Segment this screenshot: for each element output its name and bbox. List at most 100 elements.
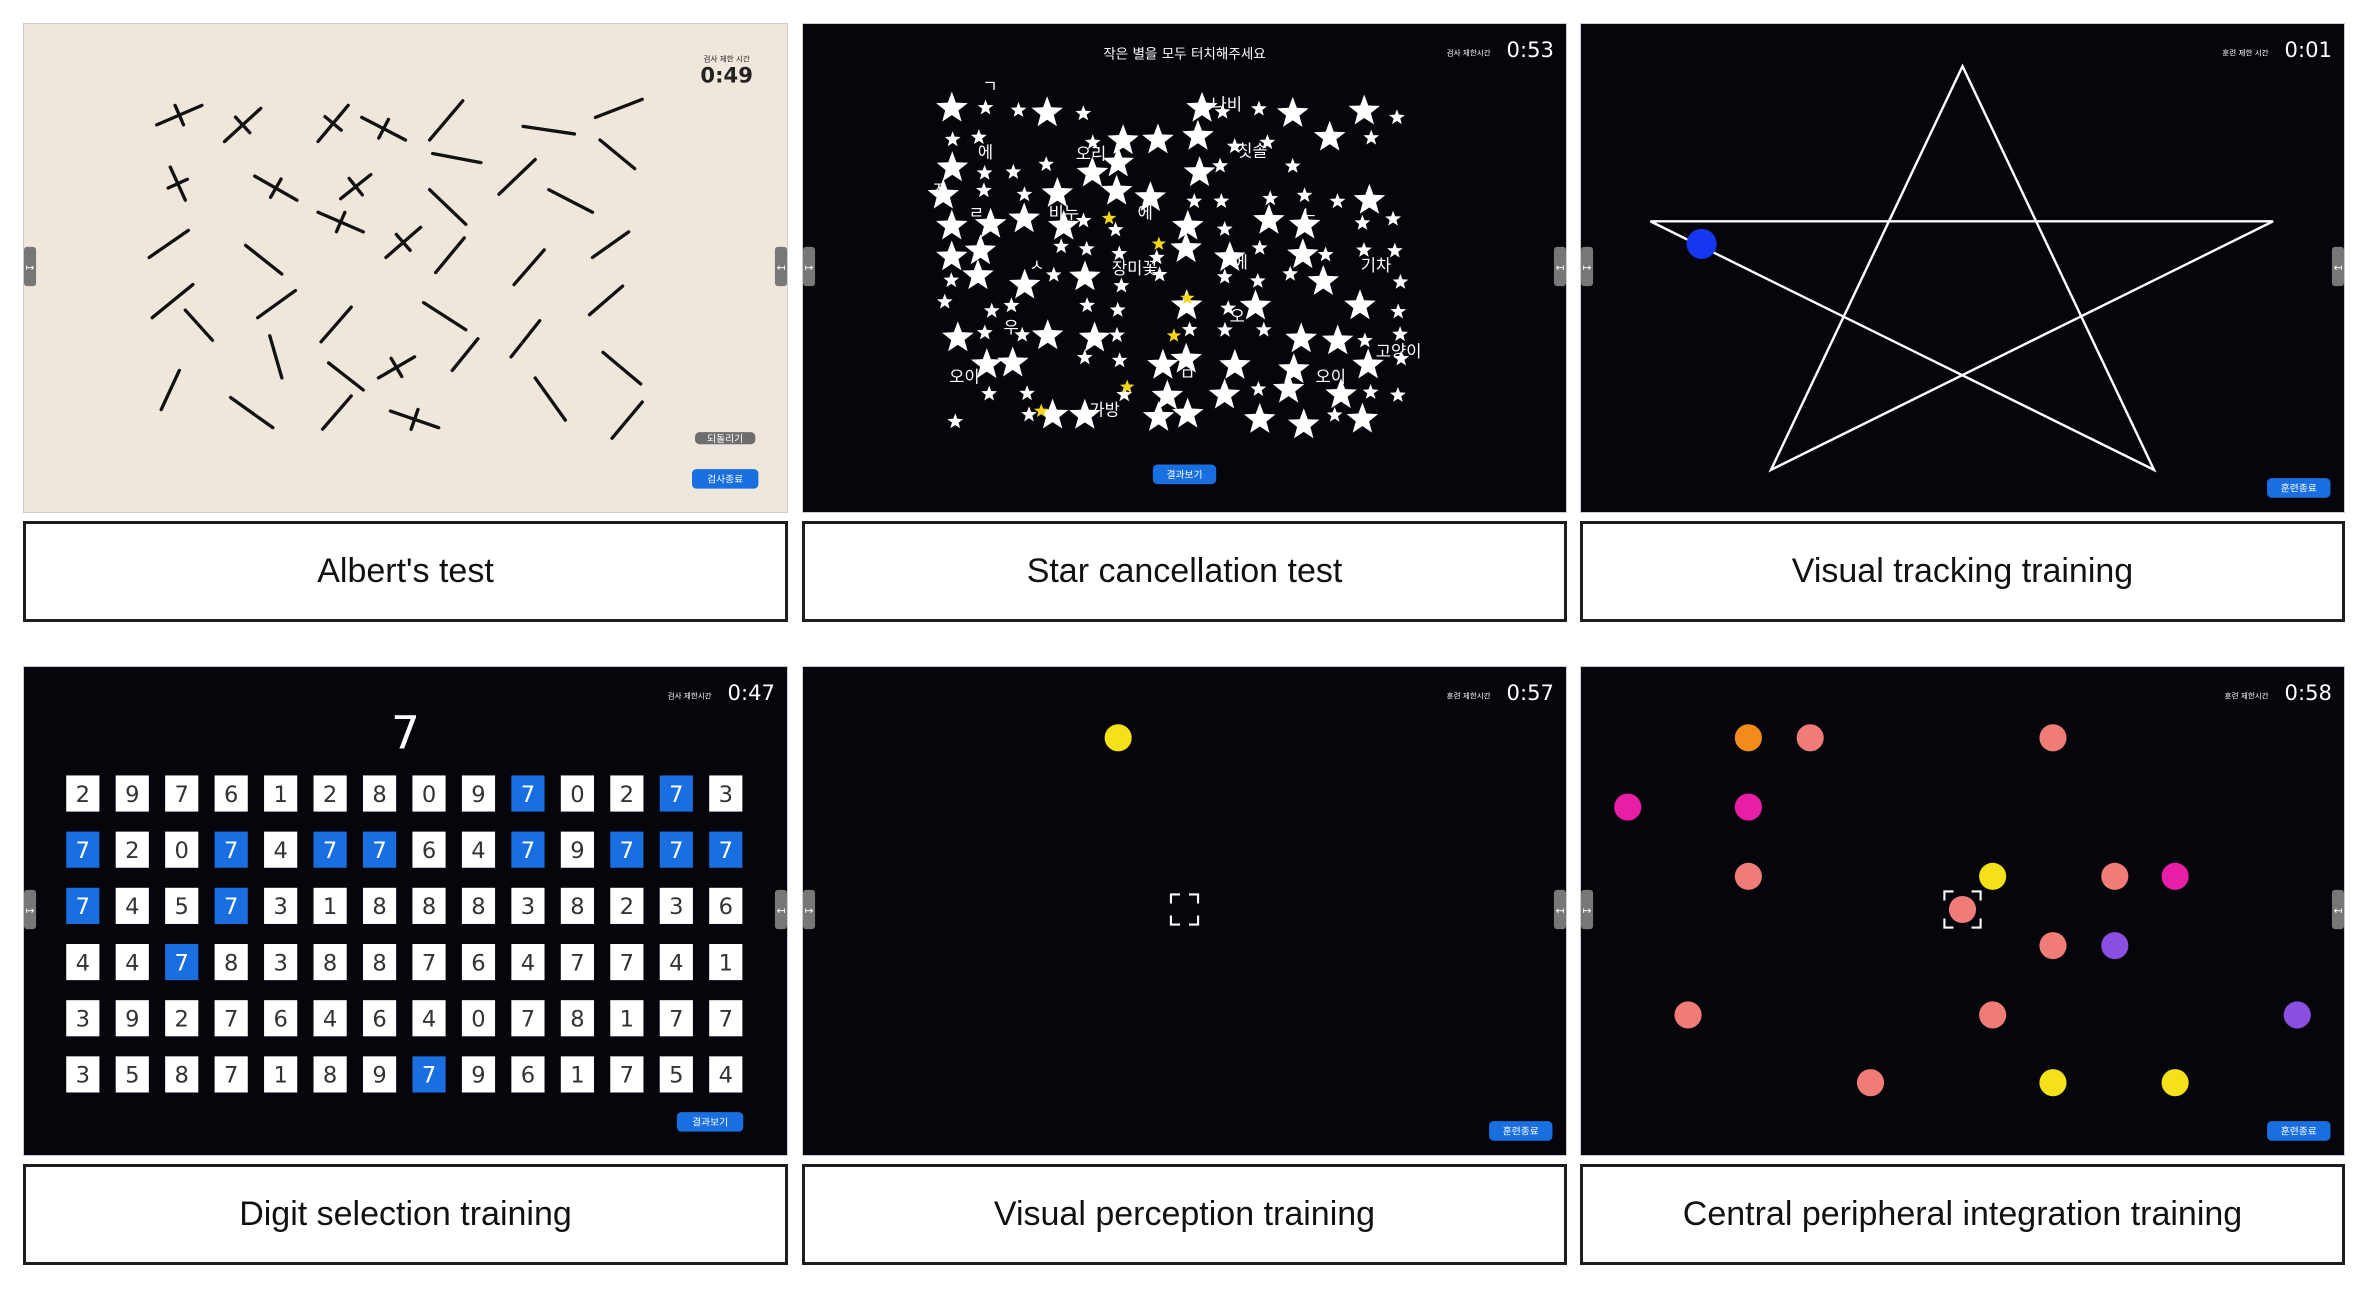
digit-cell[interactable]: 8	[165, 1056, 199, 1093]
left-panel-handle[interactable]: ↦	[24, 889, 37, 930]
digit-cell[interactable]: 7	[165, 943, 199, 981]
stimulus-dot[interactable]	[1734, 793, 1762, 821]
digit-cell[interactable]: 4	[511, 943, 545, 981]
digit-cell[interactable]: 9	[362, 1056, 397, 1093]
digit-cell[interactable]: 1	[313, 887, 347, 924]
digit-cell[interactable]: 3	[264, 887, 298, 924]
stimulus-dot[interactable]	[2283, 1001, 2311, 1029]
digit-cell[interactable]: 0	[412, 775, 446, 812]
digit-cell[interactable]: 8	[362, 775, 397, 812]
right-panel-handle[interactable]: ↤	[2331, 889, 2344, 930]
digit-cell[interactable]: 2	[610, 775, 644, 812]
digit-cell[interactable]: 2	[115, 831, 149, 868]
digit-cell[interactable]: 4	[66, 943, 100, 981]
left-panel-handle[interactable]: ↦	[803, 889, 816, 930]
stimulus-dot[interactable]	[1734, 724, 1762, 752]
digit-cell[interactable]: 5	[659, 1056, 693, 1093]
digit-cell[interactable]: 7	[511, 831, 545, 868]
digit-cell[interactable]: 7	[610, 831, 644, 868]
stimulus-dot[interactable]	[1796, 724, 1824, 752]
digit-cell[interactable]: 7	[66, 887, 100, 924]
digit-cell[interactable]: 0	[165, 831, 199, 868]
digit-cell[interactable]: 7	[214, 1056, 248, 1093]
digit-cell[interactable]: 2	[165, 1000, 199, 1037]
digit-cell[interactable]: 7	[511, 1000, 545, 1037]
right-panel-handle[interactable]: ↤	[1553, 889, 1566, 930]
digit-cell[interactable]: 0	[461, 1000, 496, 1037]
digit-cell[interactable]: 8	[560, 1000, 594, 1037]
digit-cell[interactable]: 7	[659, 775, 693, 812]
stimulus-dot[interactable]	[1674, 1001, 1702, 1029]
digit-cell[interactable]: 7	[165, 775, 199, 812]
digit-cell[interactable]: 6	[412, 831, 446, 868]
digit-cell[interactable]: 1	[560, 1056, 594, 1093]
digit-cell[interactable]: 9	[461, 775, 496, 812]
digit-cell[interactable]: 7	[659, 1000, 693, 1037]
digit-cell[interactable]: 1	[610, 1000, 644, 1037]
digit-cell[interactable]: 3	[709, 775, 743, 812]
show-results-button[interactable]: 결과보기	[676, 1112, 744, 1132]
stimulus-dot[interactable]	[1979, 862, 2007, 890]
stimulus-dot[interactable]	[1734, 862, 1762, 890]
digit-selection-canvas[interactable]: 7검사 제한시간 0:472 9 7 6 1 2 8 0 9 7 0 2 7 37 2 0 7 4 7 7 6 4 7 9 7 7 7…	[24, 667, 787, 1155]
end-test-button[interactable]: 검사종료	[692, 469, 759, 489]
show-results-button[interactable]: 결과보기	[1152, 464, 1217, 485]
digit-cell[interactable]: 6	[362, 1000, 397, 1037]
digit-cell[interactable]: 7	[214, 1000, 248, 1037]
digit-cell[interactable]: 7	[659, 831, 693, 868]
stimulus-dot[interactable]	[1948, 895, 1977, 924]
digit-cell[interactable]: 3	[66, 1056, 100, 1093]
digit-cell[interactable]: 7	[610, 943, 644, 981]
digit-cell[interactable]: 7	[66, 831, 100, 868]
right-panel-handle[interactable]: ↤	[2331, 246, 2344, 287]
digit-cell[interactable]: 8	[313, 1056, 347, 1093]
visual-perception-canvas[interactable]: 훈련 제한시간 0:57 훈련종료 ↦ ↤	[803, 667, 1566, 1155]
digit-cell[interactable]: 2	[66, 775, 100, 812]
digit-cell[interactable]: 4	[115, 943, 149, 981]
digit-cell[interactable]: 3	[659, 887, 693, 924]
digit-cell[interactable]: 8	[362, 887, 397, 924]
stimulus-dot[interactable]	[2039, 724, 2067, 752]
digit-cell[interactable]: 7	[412, 1056, 446, 1093]
left-panel-handle[interactable]: ↦	[803, 246, 816, 287]
digit-cell[interactable]: 7	[214, 831, 248, 868]
digit-cell[interactable]: 5	[115, 1056, 149, 1093]
star-cancellation-canvas[interactable]: 작은 별을 모두 터치해주세요 검사 제한시간 0:53나비에 오리 칫솔ㄱㅈㄹ 비누 에 ㄴ…	[803, 24, 1566, 512]
digit-cell[interactable]: 7	[709, 1000, 743, 1037]
stimulus-dot[interactable]	[2101, 932, 2129, 960]
left-panel-handle[interactable]: ↦	[1581, 889, 1594, 930]
digit-cell[interactable]: 9	[560, 831, 594, 868]
digit-cell[interactable]: 3	[264, 943, 298, 981]
digit-cell[interactable]: 2	[313, 775, 347, 812]
digit-cell[interactable]: 7	[362, 831, 397, 868]
digit-cell[interactable]: 6	[461, 943, 496, 981]
end-training-button[interactable]: 훈련종료	[1489, 1121, 1553, 1141]
digit-cell[interactable]: 4	[313, 1000, 347, 1037]
undo-button[interactable]: 되돌리기	[695, 432, 756, 445]
digit-cell[interactable]: 7	[412, 943, 446, 981]
digit-cell[interactable]: 1	[709, 943, 743, 981]
digit-cell[interactable]: 4	[709, 1056, 743, 1093]
digit-cell[interactable]: 7	[560, 943, 594, 981]
digit-cell[interactable]: 7	[313, 831, 347, 868]
central-peripheral-canvas[interactable]: 훈련 제한시간 0:58 훈련종료 ↦ ↤	[1581, 667, 2344, 1155]
left-panel-handle[interactable]: ↦	[24, 246, 37, 287]
digit-cell[interactable]: 4	[461, 831, 496, 868]
digit-cell[interactable]: 3	[66, 1000, 100, 1037]
digit-cell[interactable]: 3	[511, 887, 545, 924]
digit-cell[interactable]: 6	[264, 1000, 298, 1037]
digit-cell[interactable]: 7	[214, 887, 248, 924]
digit-cell[interactable]: 6	[709, 887, 743, 924]
right-panel-handle[interactable]: ↤	[774, 889, 787, 930]
digit-cell[interactable]: 9	[115, 1000, 149, 1037]
digit-cell[interactable]: 0	[560, 775, 594, 812]
digit-cell[interactable]: 1	[264, 775, 298, 812]
digit-cell[interactable]: 9	[115, 775, 149, 812]
digit-cell[interactable]: 6	[511, 1056, 545, 1093]
digit-cell[interactable]: 8	[461, 887, 496, 924]
digit-cell[interactable]: 6	[214, 775, 248, 812]
end-training-button[interactable]: 훈련종료	[2267, 478, 2331, 498]
end-training-button[interactable]: 훈련종료	[2267, 1121, 2331, 1141]
digit-cell[interactable]: 1	[264, 1056, 298, 1093]
digit-cell[interactable]: 9	[461, 1056, 496, 1093]
